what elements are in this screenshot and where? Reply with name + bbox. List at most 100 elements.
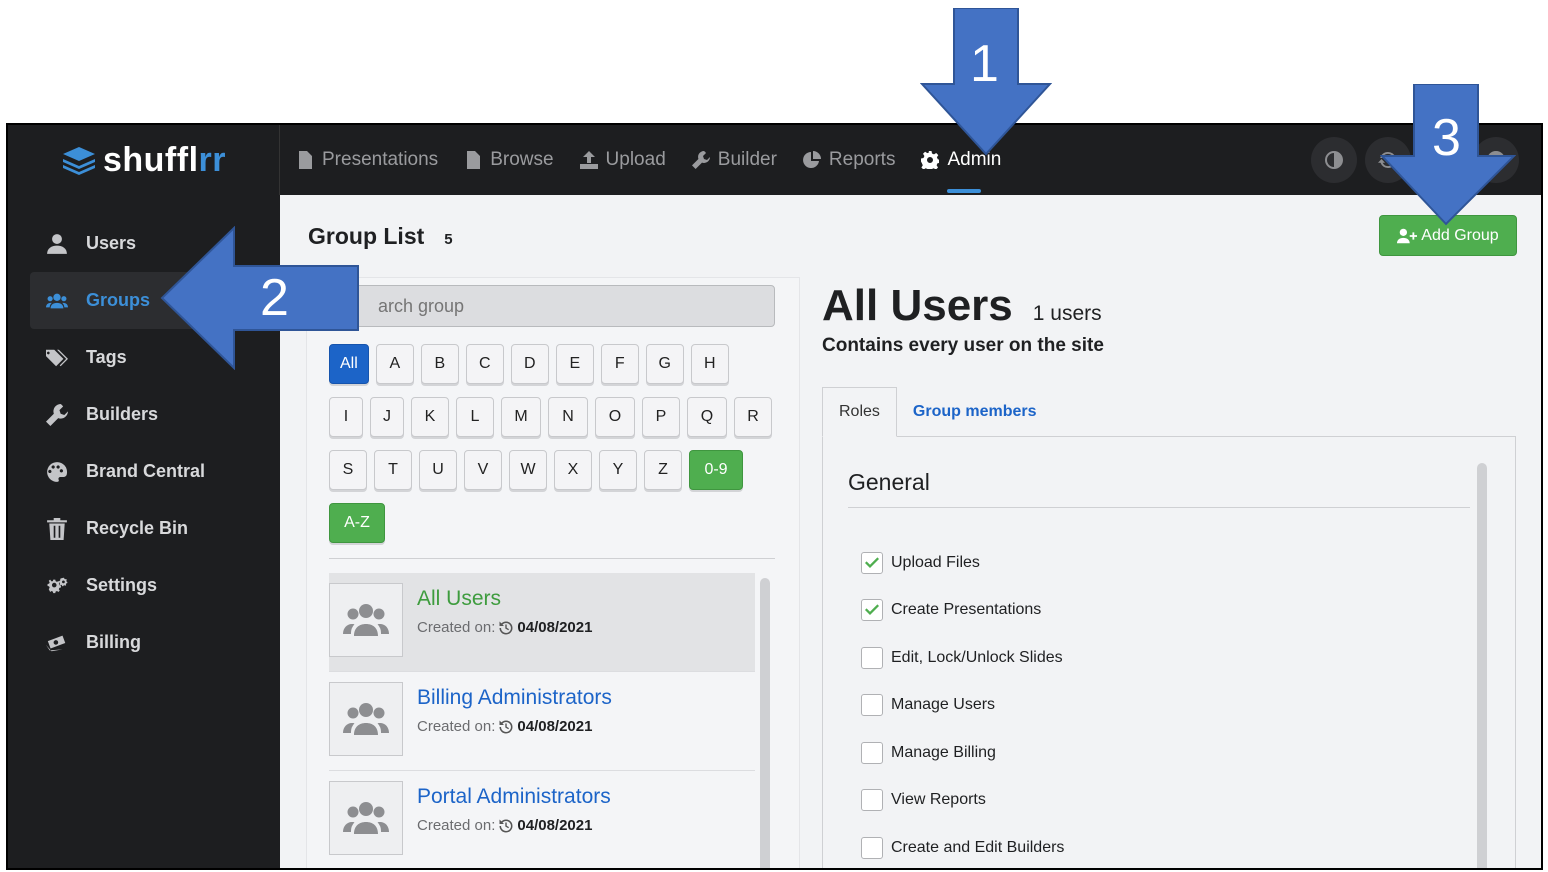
tab-group-members[interactable]: Group members — [897, 387, 1053, 437]
search-group-input[interactable] — [327, 285, 775, 327]
user-plus-icon — [1397, 228, 1418, 243]
filter-n[interactable]: N — [548, 397, 588, 437]
sidebar-item-builders[interactable]: Builders — [30, 386, 270, 443]
filter-r[interactable]: R — [734, 397, 772, 437]
nav-label: Builder — [717, 149, 777, 170]
gears-icon — [47, 577, 68, 593]
letter-row: S T U V W X Y Z 0-9 — [329, 450, 789, 490]
group-avatar — [329, 781, 403, 855]
filter-k[interactable]: K — [411, 397, 449, 437]
group-name[interactable]: Portal Administrators — [417, 785, 611, 809]
group-row-all-users[interactable]: All Users Created on: 04/08/2021 — [329, 573, 755, 672]
logo-layers-icon — [62, 147, 95, 175]
logo[interactable]: shufflrr — [8, 125, 280, 195]
money-icon — [46, 635, 66, 651]
tags-icon — [46, 349, 68, 366]
permissions-scrollbar[interactable] — [1477, 463, 1487, 868]
permission-create-edit-builders: Create and Edit Builders — [861, 824, 1064, 868]
nav-browse[interactable]: Browse — [464, 125, 554, 195]
permission-label: Manage Users — [891, 696, 996, 714]
permission-checkbox[interactable] — [861, 599, 883, 622]
history-icon — [499, 819, 513, 832]
permission-label: Manage Billing — [891, 743, 996, 761]
filter-d[interactable]: D — [510, 344, 549, 384]
nav-label: Presentations — [322, 149, 439, 170]
contrast-icon — [1325, 151, 1343, 169]
created-label: Created on: — [417, 619, 496, 636]
group-avatar — [329, 583, 403, 657]
filter-m[interactable]: M — [501, 397, 541, 437]
brand-main: shuffl — [102, 140, 199, 179]
filter-i[interactable]: I — [329, 397, 363, 437]
permission-checkbox[interactable] — [861, 646, 883, 669]
filter-z[interactable]: Z — [644, 450, 682, 490]
sidebar-item-settings[interactable]: Settings — [30, 557, 270, 614]
nav-label: Upload — [605, 149, 666, 170]
filter-w[interactable]: W — [509, 450, 547, 490]
callout-number: 1 — [970, 35, 999, 93]
group-info: All Users Created on: 04/08/2021 — [417, 583, 592, 636]
nav-presentations[interactable]: Presentations — [296, 125, 438, 195]
group-icon — [343, 604, 389, 636]
permission-checkbox[interactable] — [861, 694, 883, 717]
tab-roles[interactable]: Roles — [822, 387, 897, 437]
permission-label: View Reports — [891, 791, 986, 809]
detail-group-name: All Users — [822, 281, 1013, 330]
sidebar-item-label: Users — [86, 233, 137, 253]
permission-list: Upload Files Create Presentations Edit, … — [861, 539, 1064, 868]
nav-reports[interactable]: Reports — [802, 125, 896, 195]
filter-o[interactable]: O — [595, 397, 635, 437]
permission-checkbox[interactable] — [861, 789, 883, 812]
created-label: Created on: — [417, 718, 496, 735]
filter-t[interactable]: T — [374, 450, 412, 490]
filter-c[interactable]: C — [465, 344, 504, 384]
filter-b[interactable]: B — [420, 344, 459, 384]
group-icon — [343, 703, 389, 735]
group-row-billing-administrators[interactable]: Billing Administrators Created on: 04/08… — [329, 672, 755, 771]
sidebar-item-label: Builders — [86, 404, 159, 424]
filter-h[interactable]: H — [690, 344, 729, 384]
sidebar-item-label: Tags — [86, 347, 127, 367]
callout-number: 2 — [260, 269, 289, 327]
filter-a[interactable]: A — [375, 344, 414, 384]
group-name[interactable]: Billing Administrators — [417, 686, 612, 710]
filter-v[interactable]: V — [464, 450, 502, 490]
sidebar-item-label: Billing — [86, 632, 141, 652]
nav-label: Reports — [828, 149, 896, 170]
filter-0-9[interactable]: 0-9 — [689, 450, 743, 490]
group-icon — [343, 802, 389, 834]
check-icon — [865, 604, 879, 616]
filter-q[interactable]: Q — [687, 397, 727, 437]
filter-j[interactable]: J — [370, 397, 404, 437]
filter-f[interactable]: F — [600, 344, 639, 384]
filter-l[interactable]: L — [456, 397, 494, 437]
group-row-portal-administrators[interactable]: Portal Administrators Created on: 04/08/… — [329, 771, 755, 868]
roles-panel: General Upload Files Create Presentation… — [822, 437, 1516, 868]
filter-x[interactable]: X — [554, 450, 592, 490]
callout-number: 3 — [1432, 109, 1461, 167]
document-icon — [467, 151, 481, 169]
sidebar-item-recycle-bin[interactable]: Recycle Bin — [30, 500, 270, 557]
contrast-button[interactable] — [1311, 137, 1357, 183]
group-name[interactable]: All Users — [417, 587, 592, 611]
sort-a-z[interactable]: A-Z — [329, 503, 385, 543]
permission-checkbox[interactable] — [861, 551, 883, 574]
wrench-icon — [691, 151, 710, 169]
nav-upload[interactable]: Upload — [579, 125, 666, 195]
filter-g[interactable]: G — [645, 344, 684, 384]
group-list-scrollbar[interactable] — [760, 578, 770, 868]
filter-e[interactable]: E — [555, 344, 594, 384]
filter-p[interactable]: P — [642, 397, 680, 437]
sidebar-item-billing[interactable]: Billing — [30, 614, 270, 671]
permission-upload-files: Upload Files — [861, 539, 1064, 587]
filter-u[interactable]: U — [419, 450, 457, 490]
nav-builder[interactable]: Builder — [691, 125, 777, 195]
sidebar-item-brand-central[interactable]: Brand Central — [30, 443, 270, 500]
history-icon — [499, 621, 513, 634]
letter-row: A-Z — [329, 503, 789, 543]
permission-checkbox[interactable] — [861, 741, 883, 764]
permission-checkbox[interactable] — [861, 836, 883, 859]
permission-label: Edit, Lock/Unlock Slides — [891, 648, 1063, 666]
filter-s[interactable]: S — [329, 450, 367, 490]
filter-y[interactable]: Y — [599, 450, 637, 490]
